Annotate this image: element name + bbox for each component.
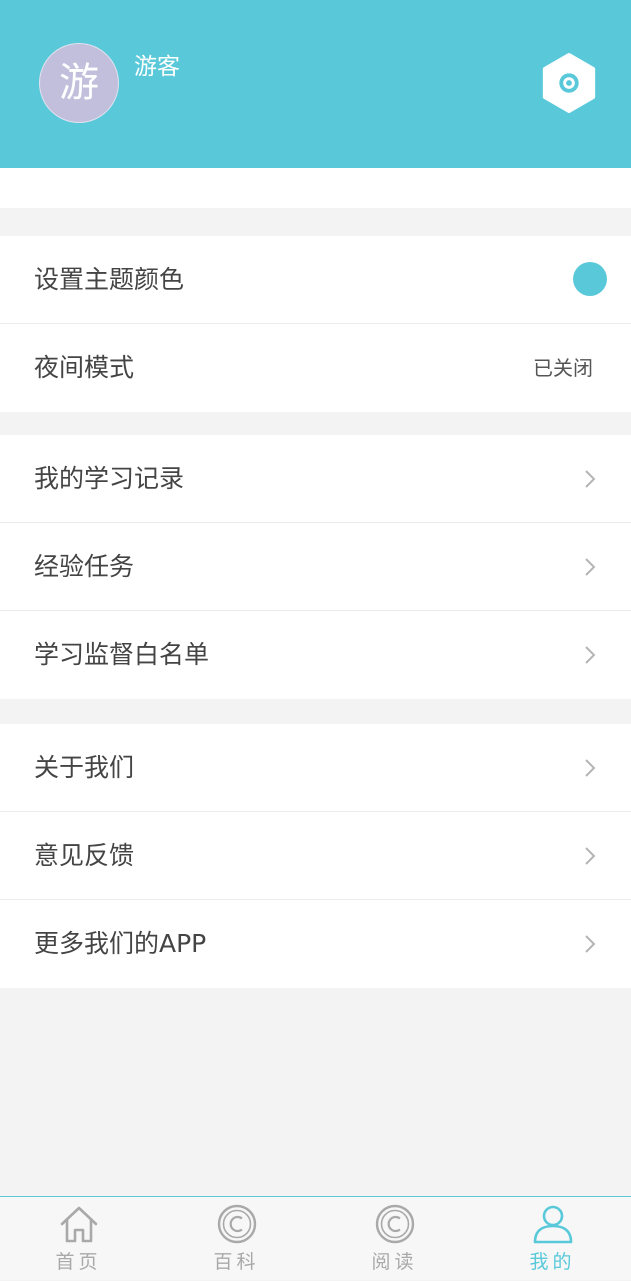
night-mode-status: 已关闭: [533, 356, 593, 380]
study-group: 我的学习记录 经验任务 学习监督白名单: [0, 435, 631, 699]
theme-color-swatch[interactable]: [573, 262, 607, 296]
chevron-right-icon: [585, 646, 596, 664]
experience-task-row[interactable]: 经验任务: [0, 523, 631, 611]
tab-mine[interactable]: 我的: [474, 1197, 631, 1281]
study-record-row[interactable]: 我的学习记录: [0, 435, 631, 523]
tab-label: 我的: [529, 1251, 576, 1273]
home-icon: [60, 1206, 97, 1243]
chevron-right-icon: [585, 558, 596, 576]
list-item-label: 经验任务: [34, 552, 135, 581]
copyright-icon: [375, 1204, 414, 1244]
chevron-right-icon: [585, 847, 596, 865]
theme-color-label: 设置主题颜色: [34, 265, 185, 294]
list-item-label: 关于我们: [34, 753, 135, 782]
whitelist-row[interactable]: 学习监督白名单: [0, 611, 631, 699]
list-item-label: 意见反馈: [34, 841, 135, 870]
avatar[interactable]: 游: [39, 43, 119, 123]
tab-encyclopedia[interactable]: 百科: [158, 1197, 315, 1281]
about-us-row[interactable]: 关于我们: [0, 724, 631, 812]
list-item-label: 我的学习记录: [34, 464, 185, 493]
night-mode-row[interactable]: 夜间模式 已关闭: [0, 324, 631, 412]
header-spacer: [0, 168, 631, 208]
about-group: 关于我们 意见反馈 更多我们的APP: [0, 724, 631, 988]
chevron-right-icon: [585, 935, 596, 953]
theme-color-row[interactable]: 设置主题颜色: [0, 236, 631, 324]
tab-label: 阅读: [371, 1251, 418, 1273]
profile-header: 游 游客: [0, 0, 631, 168]
tab-home[interactable]: 首页: [0, 1197, 157, 1281]
settings-group: 设置主题颜色 夜间模式 已关闭: [0, 236, 631, 412]
chevron-right-icon: [585, 759, 596, 777]
list-item-label: 更多我们的APP: [34, 929, 207, 958]
gear-icon[interactable]: [538, 52, 600, 114]
username[interactable]: 游客: [134, 52, 180, 82]
copyright-icon: [217, 1204, 256, 1244]
tab-label: 首页: [55, 1251, 102, 1273]
tab-label: 百科: [213, 1251, 260, 1273]
user-icon: [533, 1205, 572, 1244]
more-apps-row[interactable]: 更多我们的APP: [0, 900, 631, 988]
list-item-label: 学习监督白名单: [34, 640, 210, 669]
night-mode-label: 夜间模式: [34, 353, 135, 382]
tab-reading[interactable]: 阅读: [316, 1197, 473, 1281]
feedback-row[interactable]: 意见反馈: [0, 812, 631, 900]
chevron-right-icon: [585, 470, 596, 488]
bottom-tab-bar: 首页 百科 阅读 我的: [0, 1196, 631, 1280]
